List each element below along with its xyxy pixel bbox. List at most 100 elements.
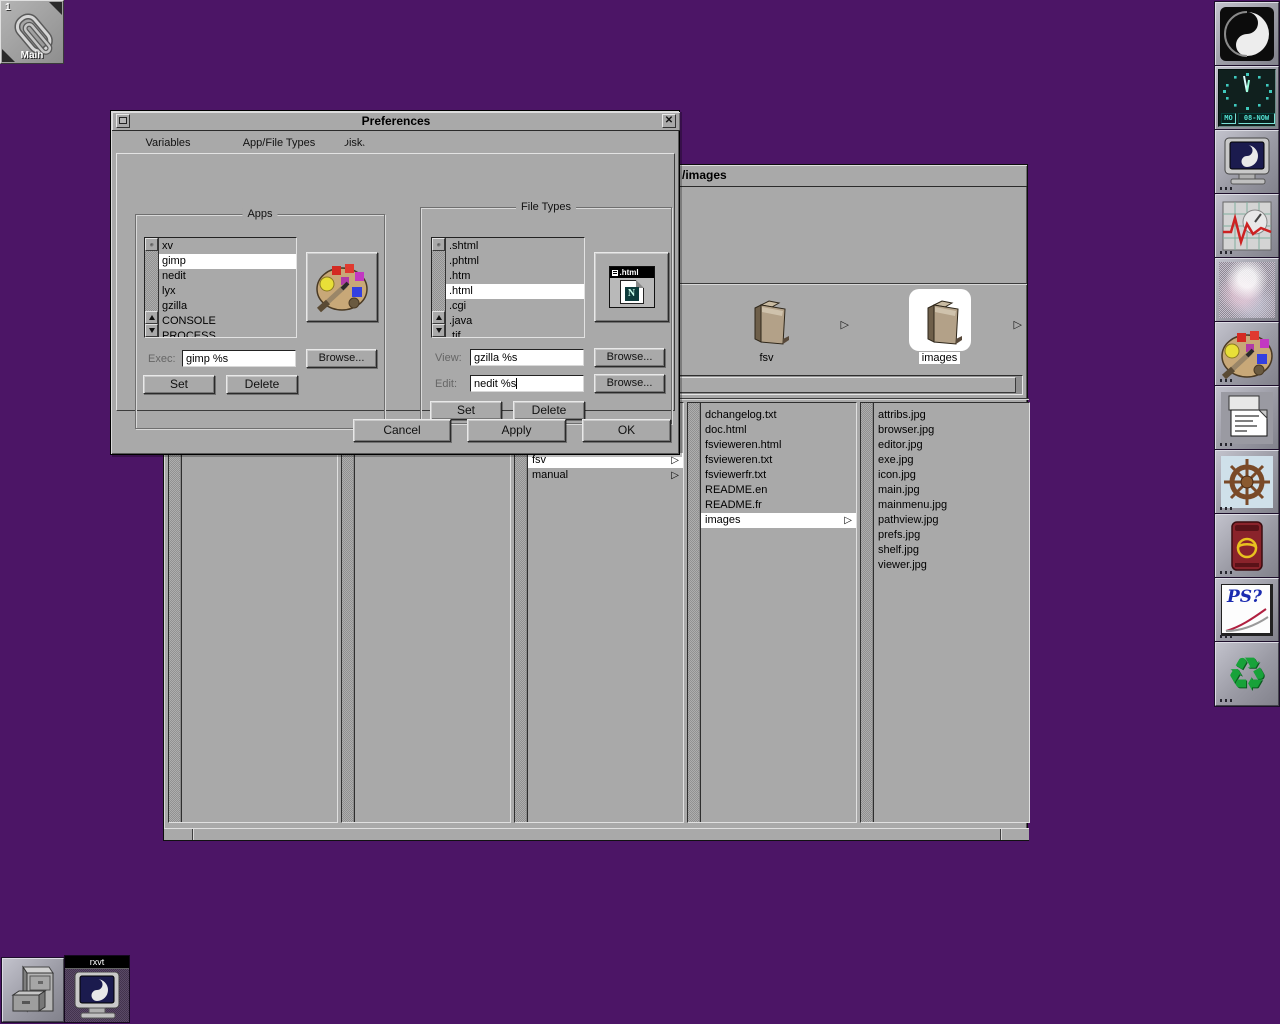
gimp-palette-icon: [314, 259, 370, 315]
cancel-button[interactable]: Cancel: [353, 419, 451, 442]
dock-tile-mail[interactable]: [1215, 514, 1279, 578]
app-list-item[interactable]: lyx: [159, 284, 296, 299]
filetype-list-item[interactable]: .java: [446, 314, 584, 329]
file-row[interactable]: mainmenu.jpg▷: [874, 498, 1029, 513]
column-scrollbar[interactable]: [342, 403, 355, 822]
dock-tile-postscript[interactable]: PS?: [1215, 578, 1279, 642]
miniaturize-button[interactable]: [116, 114, 130, 128]
apps-delete-button[interactable]: Delete: [226, 375, 298, 394]
path-arrow-icon: ▷: [1014, 318, 1022, 331]
filetypes-delete-button[interactable]: Delete: [513, 401, 585, 420]
app-list-item[interactable]: gimp: [159, 254, 296, 269]
ok-button[interactable]: OK: [582, 419, 671, 442]
apps-set-button[interactable]: Set: [143, 375, 215, 394]
app-icon-button[interactable]: [306, 252, 378, 322]
filetypes-set-button[interactable]: Set: [430, 401, 502, 420]
file-row[interactable]: doc.html▷: [701, 423, 856, 438]
path-entry[interactable]: images ▷: [853, 286, 1026, 372]
appicon-terminal[interactable]: rxvt: [65, 956, 129, 1022]
dock-tile-clock[interactable]: MO 08-NOW: [1215, 66, 1279, 130]
file-row[interactable]: fsvieweren.txt▷: [701, 453, 856, 468]
column-scrollbar[interactable]: [861, 403, 874, 822]
scroll-up-icon[interactable]: [145, 311, 158, 324]
filetype-list-item[interactable]: .html: [446, 284, 584, 299]
view-field[interactable]: gzilla %s: [470, 349, 584, 366]
file-row[interactable]: manual▷: [528, 468, 683, 483]
mailbox-icon: [1219, 518, 1275, 574]
view-browse-button[interactable]: Browse...: [594, 348, 665, 367]
file-row[interactable]: editor.jpg▷: [874, 438, 1029, 453]
file-cabinet-icon: [5, 961, 61, 1019]
column-scrollbar[interactable]: [515, 403, 528, 822]
file-row[interactable]: exe.jpg▷: [874, 453, 1029, 468]
dock-tile-helm[interactable]: [1215, 450, 1279, 514]
filetype-list-item[interactable]: .phtml: [446, 254, 584, 269]
preferences-tabs: Variables App/File Types Disks: [119, 134, 368, 153]
app-list-item[interactable]: PROCESS: [159, 329, 296, 337]
app-list-item[interactable]: xv: [159, 239, 296, 254]
postscript-viewer-icon: PS?: [1221, 584, 1273, 636]
file-row[interactable]: browser.jpg▷: [874, 423, 1029, 438]
file-row[interactable]: fsvieweren.html▷: [701, 438, 856, 453]
apply-button[interactable]: Apply: [467, 419, 566, 442]
file-row[interactable]: dchangelog.txt▷: [701, 408, 856, 423]
gimp-palette-icon: [1219, 326, 1275, 382]
file-row[interactable]: README.en▷: [701, 483, 856, 498]
window-resize-bar[interactable]: [164, 828, 1029, 841]
tab[interactable]: Disks: [341, 134, 368, 153]
filetype-list-item[interactable]: .cgi: [446, 299, 584, 314]
text-caret: [516, 378, 517, 389]
dock-tile-photo[interactable]: [1215, 258, 1279, 322]
file-row[interactable]: icon.jpg▷: [874, 468, 1029, 483]
scrollbar-thumb[interactable]: [145, 238, 158, 251]
dock-tile-system-monitor[interactable]: [1215, 194, 1279, 258]
exec-browse-button[interactable]: Browse...: [306, 349, 377, 368]
recycle-icon: ♻: [1226, 646, 1267, 702]
path-entry[interactable]: fsv ▷: [680, 286, 853, 372]
scroll-up-icon[interactable]: [432, 311, 445, 324]
column-scrollbar[interactable]: [688, 403, 701, 822]
edit-browse-button[interactable]: Browse...: [594, 374, 665, 393]
dock-tile-editor[interactable]: [1215, 386, 1279, 450]
scroll-down-icon[interactable]: [145, 324, 158, 337]
dock-tile-terminal[interactable]: [1215, 130, 1279, 194]
file-row[interactable]: images▷: [701, 513, 856, 528]
scrollbar-thumb[interactable]: [432, 238, 445, 251]
file-row[interactable]: README.fr▷: [701, 498, 856, 513]
text-editor-icon: [1219, 390, 1275, 446]
scrollbar-trough[interactable]: [145, 251, 158, 311]
appicon-file-cabinet[interactable]: [2, 958, 64, 1022]
file-row[interactable]: fsviewerfr.txt▷: [701, 468, 856, 483]
exec-field[interactable]: gimp %s: [182, 350, 296, 367]
dock-tile-recycler[interactable]: ♻: [1215, 642, 1279, 706]
app-list-item[interactable]: nedit: [159, 269, 296, 284]
tab[interactable]: Variables: [119, 134, 217, 153]
app-list-item[interactable]: CONSOLE: [159, 314, 296, 329]
dock-tile-windowmaker[interactable]: [1215, 2, 1279, 66]
file-row[interactable]: viewer.jpg▷: [874, 558, 1029, 573]
close-icon[interactable]: ✕: [662, 114, 676, 128]
file-row[interactable]: main.jpg▷: [874, 483, 1029, 498]
system-monitor-icon: [1219, 198, 1275, 254]
filetype-list-item[interactable]: .tif: [446, 329, 584, 337]
file-row[interactable]: pathview.jpg▷: [874, 513, 1029, 528]
filetype-icon-button[interactable]: .html N: [594, 252, 669, 322]
edit-field[interactable]: nedit %s: [470, 375, 584, 392]
file-row[interactable]: shelf.jpg▷: [874, 543, 1029, 558]
workspace-clip[interactable]: 1 Main: [0, 0, 64, 64]
column-scrollbar[interactable]: [169, 403, 182, 822]
dock-tile-gimp[interactable]: [1215, 322, 1279, 386]
file-row[interactable]: attribs.jpg▷: [874, 408, 1029, 423]
filetypes-list-scrollbar[interactable]: [432, 238, 446, 337]
preferences-titlebar[interactable]: Preferences ✕: [112, 112, 680, 131]
file-row[interactable]: prefs.jpg▷: [874, 528, 1029, 543]
apps-list-scrollbar[interactable]: [145, 238, 159, 337]
filetype-list-item[interactable]: .shtml: [446, 239, 584, 254]
filetype-list-item[interactable]: .htm: [446, 269, 584, 284]
tab[interactable]: App/File Types: [222, 134, 336, 153]
app-list-item[interactable]: gzilla: [159, 299, 296, 314]
file-row[interactable]: fsv▷: [528, 453, 683, 468]
dialog-button-row: Cancel Apply OK: [111, 419, 681, 442]
scrollbar-trough[interactable]: [432, 251, 445, 311]
scroll-down-icon[interactable]: [432, 324, 445, 337]
